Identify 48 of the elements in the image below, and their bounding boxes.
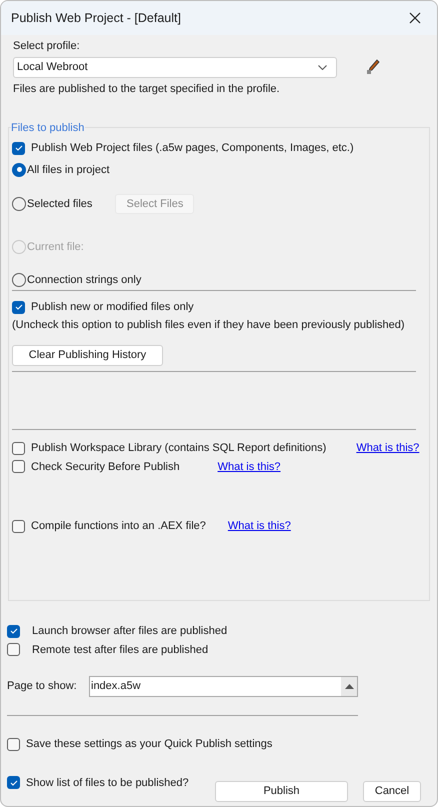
radio-label: All files in project	[27, 162, 110, 178]
pencil-icon[interactable]	[366, 59, 380, 75]
what-is-this-link[interactable]: What is this?	[228, 518, 291, 534]
checkbox-label: Publish Workspace Library (contains SQL Report definitions)	[31, 441, 326, 456]
what-is-this-link[interactable]: What is this?	[356, 440, 420, 456]
checkbox-label: Publish new or modified files only	[31, 300, 194, 315]
radio-label: Selected files	[27, 196, 92, 212]
what-is-this-link[interactable]: What is this?	[218, 458, 281, 475]
cancel-button[interactable]: Cancel	[363, 780, 421, 802]
publish-button[interactable]: Publish	[215, 780, 348, 802]
checkbox[interactable]	[12, 520, 25, 533]
triangle-up-icon	[344, 684, 354, 689]
page-to-show-label: Page to show:	[7, 679, 78, 694]
checkbox-label: Launch browser after files are published	[32, 624, 228, 639]
checkbox[interactable]	[12, 142, 25, 155]
profile-dropdown[interactable]: Local Webroot	[13, 56, 337, 78]
checkbox[interactable]	[7, 624, 20, 638]
checkmark-icon	[14, 145, 22, 152]
group-title: Files to publish	[11, 120, 86, 136]
clear-history-button[interactable]: Clear Publishing History	[12, 345, 163, 366]
checkbox[interactable]	[7, 776, 20, 790]
checkbox-label: Remote test after files are published	[32, 642, 208, 658]
checkmark-icon	[10, 780, 18, 786]
checkbox-label: Compile functions into an .AEX file?	[31, 519, 206, 534]
page-to-show-field[interactable]: index.a5w	[89, 676, 358, 697]
close-icon[interactable]	[409, 12, 421, 24]
chevron-down-icon	[318, 64, 327, 70]
checkbox-label: Publish Web Project files (.a5w pages, Components, Images, etc.)	[31, 141, 354, 156]
radio-button[interactable]	[12, 162, 26, 177]
profile-note: Files are published to the target specified in the profile.	[13, 82, 281, 96]
option-note: (Uncheck this option to publish files even if they have been previously published)	[12, 318, 406, 332]
window-title: Publish Web Project - [Default]	[11, 10, 181, 27]
checkbox-label: Save these settings as your Quick Publish settings	[26, 737, 272, 752]
checkbox[interactable]	[12, 300, 25, 314]
checkbox-label: Show list of files to be published?	[26, 776, 189, 790]
checkbox[interactable]	[7, 643, 20, 656]
checkbox-label: Check Security Before Publish	[31, 460, 180, 474]
checkmark-icon	[14, 304, 22, 310]
checkbox[interactable]	[7, 738, 20, 751]
radio-label: Connection strings only	[27, 272, 142, 288]
profile-label: Select profile:	[13, 39, 81, 54]
radio-label: Current file:	[27, 240, 84, 255]
checkbox[interactable]	[12, 460, 25, 474]
radio-button[interactable]	[12, 197, 26, 211]
checkbox[interactable]	[12, 442, 25, 455]
radio-button[interactable]	[12, 272, 26, 287]
checkmark-icon	[10, 628, 18, 634]
spin-up-button[interactable]	[341, 677, 357, 696]
